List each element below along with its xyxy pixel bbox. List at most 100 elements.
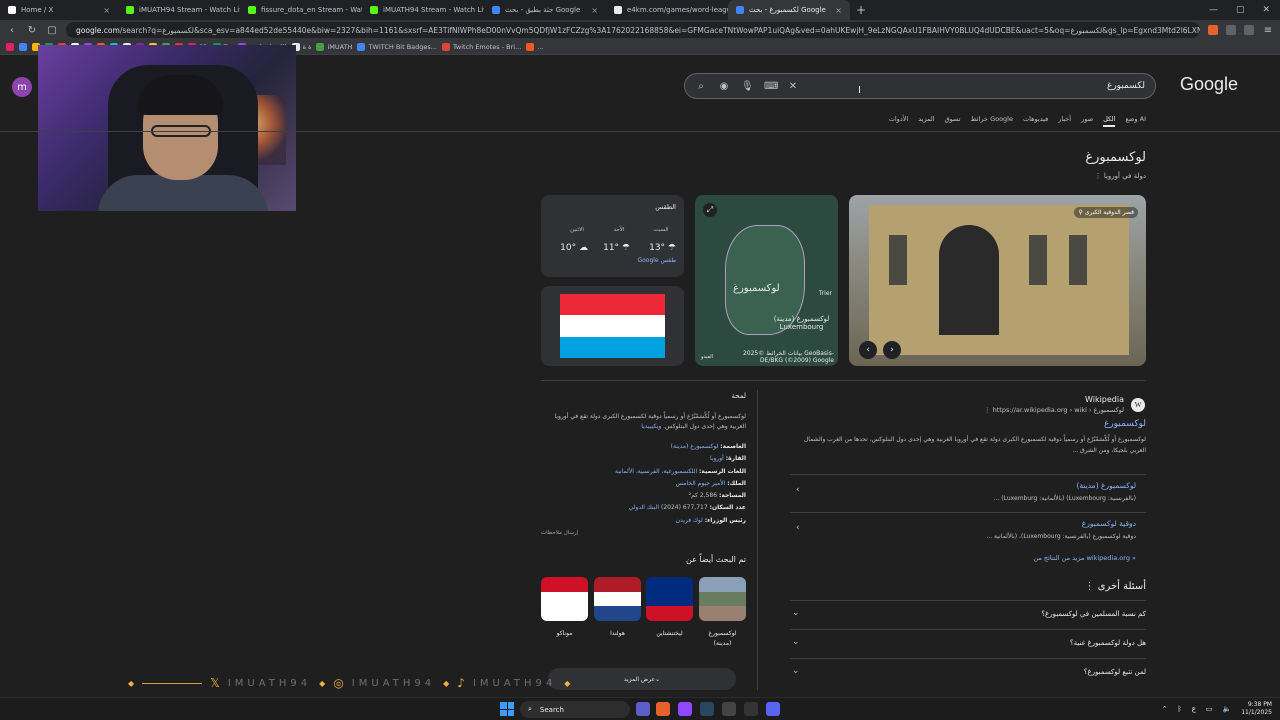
browser-tab[interactable]: fissure_dota_en Stream - Watch L× [240,1,362,19]
network-icon[interactable]: ▭ [1206,705,1213,713]
search-box[interactable]: ⌕ ◉ 🎙 ⌨ ✕ لكسمبورغ [684,73,1156,99]
discord-icon[interactable] [766,702,780,716]
clear-icon[interactable]: ✕ [787,81,799,92]
search-tab[interactable]: وضع AI [1125,115,1146,127]
sub-result-title[interactable]: دوقية لوكسمبورغ [1082,519,1136,528]
image-stripe [646,591,693,607]
bookmark-item[interactable]: iMUATH [316,43,352,51]
extensions-icon[interactable]: ▢ [46,25,58,36]
brave-shield-icon[interactable] [1208,25,1218,35]
photo-card[interactable]: ⚲ قصر الدوقية الكبرى ‹ › [849,195,1146,366]
expand-map-icon[interactable]: ⤢ [703,203,717,217]
bookmark-icon[interactable] [6,43,14,51]
menu-icon[interactable]: ≡ [1262,25,1274,36]
taskbar-search[interactable]: ⌕ Search [520,701,630,718]
paa-question[interactable]: ⌄ لمن تتبع لوكسمبورغ؟ [790,658,1146,687]
paa-question[interactable]: ⌄ كم نسبة المسلمين في لوكسمبورغ؟ [790,600,1146,629]
feedback-link[interactable]: إرسال ملاحظات [541,530,578,536]
related-entity[interactable]: لوكسمبورغ (مدينة) [699,577,746,648]
search-tab[interactable]: خرائط Google [971,115,1013,127]
bluetooth-icon[interactable]: ᛒ [1178,705,1182,713]
related-entity[interactable]: موناكو [541,577,588,639]
close-tab-icon[interactable]: × [591,6,598,15]
keyboard-icon[interactable]: ⌨ [764,81,778,92]
maximize-icon[interactable]: ▢ [1236,5,1245,15]
more-options-icon[interactable]: ⋮ [1084,581,1097,592]
browser-tab[interactable]: جثة بطيق - بحث Google × [484,1,606,19]
close-tab-icon[interactable]: × [103,6,110,15]
browser-tab[interactable]: لكسمبورغ - بحث Google × [728,0,850,20]
teams-icon[interactable] [636,702,650,716]
result-title-link[interactable]: لوكسمبورغ [980,419,1146,429]
search-input[interactable]: لكسمبورغ [1107,81,1145,91]
fact-value[interactable]: لوك فريدن [676,517,703,524]
address-bar[interactable]: google.com /search?q=لكسمبورغ&sca_esv=a8… [66,22,1200,38]
flag-card[interactable] [541,286,684,366]
fact-source[interactable]: البنك الدولي [629,504,659,511]
weather-source[interactable]: Google طقس [637,257,676,264]
steam-icon[interactable] [700,702,714,716]
related-entity-image [541,577,588,621]
volume-icon[interactable]: 🔈 [1223,705,1232,713]
search-tab[interactable]: تسوق [945,115,961,127]
browser-tab[interactable]: e4km.com/games/word-league× [606,1,728,19]
brave-icon[interactable] [656,702,670,716]
clock[interactable]: 9:38 PM 11/1/2025 [1241,701,1272,717]
windows-start-icon[interactable] [500,702,514,716]
chevron-up-icon[interactable]: ⌃ [1162,705,1168,713]
fact-value[interactable]: أوروبا [710,455,724,462]
profile-avatar[interactable]: m [12,77,32,97]
obs-icon[interactable] [744,702,758,716]
related-entity[interactable]: هولندا [594,577,641,639]
bookmark-item[interactable]: Twitch Emotes - Bri... [442,43,521,51]
photo-location-label[interactable]: ⚲ قصر الدوقية الكبرى [1074,207,1138,218]
search-tab[interactable]: أخبار [1058,115,1071,127]
more-options-icon[interactable]: ⋮ [984,406,993,414]
mic-icon[interactable]: 🎙 [741,81,754,92]
search-tab[interactable]: الكل [1103,115,1116,127]
app-icon[interactable] [722,702,736,716]
fact-value[interactable]: لوكسمبورغ (مدينة) [671,443,719,450]
google-logo[interactable]: Google [1180,74,1238,95]
bookmark-item[interactable]: ... [526,43,544,51]
sidebar-icon[interactable] [1244,25,1254,35]
related-entity[interactable]: ليختنشتاين [646,577,693,639]
extension-icon[interactable] [1226,25,1236,35]
search-tab[interactable]: صور [1081,115,1093,127]
paa-question-text: لمن تتبع لوكسمبورغ؟ [1083,668,1146,676]
browser-tab[interactable]: Home / X × [0,1,118,19]
fact-value[interactable]: اللكسمبورغية، الفرنسية، الألمانية [615,468,697,475]
twitch-icon[interactable] [678,702,692,716]
browser-tab[interactable]: iMUATH94 Stream - Watch Live o× [118,1,240,19]
prev-arrow-icon[interactable]: ‹ [859,341,877,359]
temp: 10° [560,243,577,253]
input-language[interactable]: ع [1192,705,1196,713]
next-arrow-icon[interactable]: › [883,341,901,359]
map-card[interactable]: ⤢ لوكسمبورغ لوكسمبورغ (مدينة) Luxembourg… [695,195,838,366]
browser-tab[interactable]: iMUATH94 Stream - Watch Live o× [362,1,484,19]
search-icon[interactable]: ⌕ [695,81,707,92]
palace-gate [939,225,999,335]
sub-result-title[interactable]: لوكسمبورغ (مدينة) [1076,481,1136,490]
close-tab-icon[interactable]: × [835,6,842,15]
bookmark-item[interactable]: TWITCH Bit Badges... [357,43,437,51]
bookmark-icon[interactable] [19,43,27,51]
weather-card[interactable]: الطقس السبت الأحد الاثنين 13° ☂ 11° ☂ 10… [541,195,684,277]
search-tab[interactable]: فيديوهات [1023,115,1048,127]
back-icon[interactable]: ‹ [6,25,18,36]
paa-question[interactable]: ⌄ هل دولة لوكسمبورغ غنية؟ [790,629,1146,658]
more-results-link[interactable]: مزيد من النتائج من wikipedia.org » [990,554,1136,562]
fact-value[interactable]: الأمير جيوم الخامس [676,480,726,487]
wikipedia-link[interactable]: ويكيبيديا [641,423,661,430]
sub-result[interactable]: ‹ دوقية لوكسمبورغ دوقية لوكسمبورغ (بالفر… [790,512,1146,548]
search-tab[interactable]: المزيد [918,115,934,127]
map-country-label: لوكسمبورغ [733,283,780,294]
more-options-icon[interactable]: ⋮ [1095,172,1104,180]
reload-icon[interactable]: ↻ [26,25,38,36]
sub-result[interactable]: ‹ لوكسمبورغ (مدينة) (بالفرنسية: Luxembou… [790,474,1146,510]
lens-icon[interactable]: ◉ [718,81,730,92]
close-window-icon[interactable]: ✕ [1262,5,1270,15]
new-tab-icon[interactable]: + [850,3,872,17]
minimize-icon[interactable]: — [1209,5,1218,15]
search-tab[interactable]: الأدوات [889,115,908,127]
